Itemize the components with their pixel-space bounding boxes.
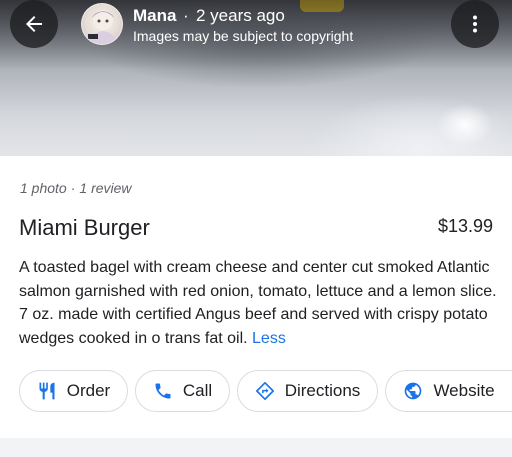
upload-time: 2 years ago [196, 6, 285, 25]
separator-dot: · [183, 6, 189, 25]
website-button[interactable]: Website [385, 370, 512, 412]
order-label: Order [66, 381, 111, 400]
review-count[interactable]: 1 review [79, 180, 131, 196]
avatar-illustration [88, 10, 117, 44]
call-label: Call [182, 381, 213, 400]
directions-icon [255, 382, 274, 400]
section-divider [0, 438, 512, 457]
more-options-button[interactable] [451, 0, 499, 48]
meta-separator: · [70, 180, 76, 196]
call-button[interactable]: Call [135, 370, 230, 412]
phone-icon [155, 383, 171, 399]
directions-button[interactable]: Directions [237, 370, 378, 412]
arrow-left-icon [26, 16, 42, 32]
item-price: $13.99 [437, 216, 493, 236]
directions-label: Directions [284, 381, 361, 400]
item-description: A toasted bagel with cream cheese and ce… [19, 256, 497, 350]
uploader-avatar[interactable] [81, 3, 123, 45]
less-link[interactable]: Less [252, 330, 286, 347]
more-vertical-icon [473, 15, 477, 33]
photo-review-count: 1 photo · 1 review [20, 180, 132, 196]
fork-knife-icon [39, 382, 55, 400]
order-button[interactable]: Order [19, 370, 128, 412]
globe-icon [405, 382, 422, 400]
back-button[interactable] [10, 0, 58, 48]
photo-count[interactable]: 1 photo [20, 180, 67, 196]
website-label: Website [433, 381, 495, 400]
copyright-notice: Images may be subject to copyright [133, 28, 354, 44]
uploader-name[interactable]: Mana [133, 6, 176, 26]
item-title: Miami Burger [19, 215, 150, 240]
